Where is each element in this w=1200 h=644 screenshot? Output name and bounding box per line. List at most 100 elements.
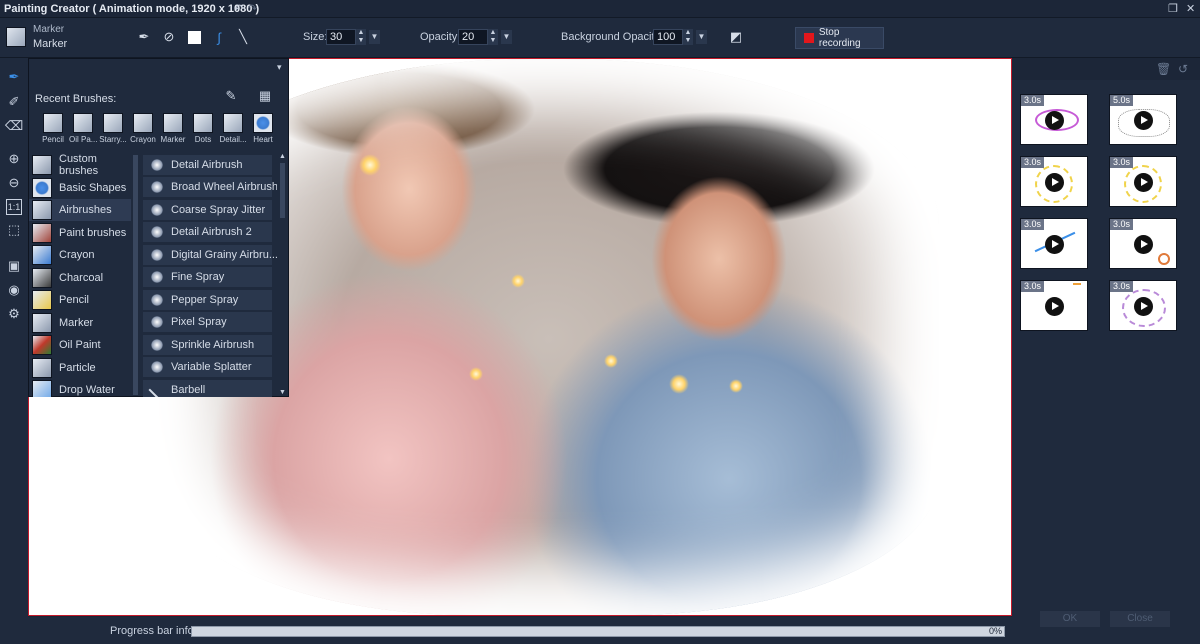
stop-recording-button[interactable]: Stop recording bbox=[795, 27, 884, 49]
line-stroke-icon[interactable]: ╲ bbox=[235, 29, 251, 45]
size-spinner[interactable]: ▲ ▼ bbox=[356, 29, 366, 45]
animation-clip[interactable]: 3.0s bbox=[1020, 218, 1088, 269]
animation-clip[interactable]: 3.0s bbox=[1109, 280, 1177, 331]
trash-icon[interactable]: 🗑 bbox=[1156, 62, 1171, 76]
close-icon[interactable]: ✕ bbox=[1186, 2, 1195, 15]
recent-brush[interactable]: Dots bbox=[189, 113, 217, 144]
play-icon[interactable] bbox=[1045, 235, 1064, 254]
eyedropper-icon[interactable]: ✐ bbox=[6, 94, 22, 110]
brush-thumb bbox=[163, 113, 183, 133]
brush-preset-item[interactable]: Sprinkle Airbrush bbox=[143, 335, 272, 355]
settings-icon[interactable]: ⚙ bbox=[6, 306, 22, 322]
bg-opacity-input[interactable]: 100 bbox=[653, 29, 683, 45]
play-icon[interactable] bbox=[1045, 111, 1064, 130]
zoom-out-icon[interactable]: ⊖ bbox=[6, 175, 22, 191]
brush-preset-item[interactable]: Pepper Spray bbox=[143, 290, 272, 310]
recent-brush[interactable]: Marker bbox=[159, 113, 187, 144]
recent-brush[interactable]: Detail... bbox=[219, 113, 247, 144]
recent-brush-label: Heart bbox=[253, 135, 273, 144]
scroll-up-icon[interactable]: ▲ bbox=[279, 153, 286, 160]
brush-preset-label: Barbell bbox=[171, 384, 206, 396]
brush-thumb bbox=[103, 113, 123, 133]
brush-category-item[interactable]: Pencil bbox=[29, 289, 131, 311]
window-title: Painting Creator ( Animation mode, 1920 … bbox=[4, 3, 260, 15]
restore-window-icon[interactable]: ❐ bbox=[1168, 2, 1178, 15]
brush-preset-item[interactable]: Detail Airbrush bbox=[143, 155, 272, 175]
background-image-icon[interactable]: ▣ bbox=[6, 258, 22, 274]
recent-brush[interactable]: Oil Pa... bbox=[69, 113, 97, 144]
brush-category-item-selected[interactable]: Airbrushes bbox=[29, 199, 131, 221]
actual-size-icon[interactable]: 1:1 bbox=[6, 199, 22, 215]
zoom-in-icon[interactable]: ⊕ bbox=[6, 151, 22, 167]
freehand-stroke-icon[interactable]: ∫ bbox=[211, 29, 227, 45]
brush-fill-icon[interactable]: ✒ bbox=[136, 29, 152, 45]
close-button[interactable]: Close bbox=[1110, 611, 1170, 627]
play-icon[interactable] bbox=[1045, 173, 1064, 192]
edit-brush-icon[interactable]: ✎ bbox=[223, 88, 239, 104]
opacity-input[interactable]: 20 bbox=[458, 29, 488, 45]
brush-category-item[interactable]: Basic Shapes bbox=[29, 177, 131, 199]
brush-category-item[interactable]: Charcoal bbox=[29, 267, 131, 289]
recent-brush[interactable]: Heart bbox=[249, 113, 277, 144]
pin-icon[interactable]: ▾ bbox=[277, 62, 282, 73]
opacity-label: Opacity: bbox=[420, 31, 461, 43]
camera-icon[interactable]: ◉ bbox=[6, 282, 22, 298]
recent-brush[interactable]: Crayon bbox=[129, 113, 157, 144]
no-color-icon[interactable]: ⊘ bbox=[161, 29, 177, 45]
recent-brush[interactable]: Pencil bbox=[39, 113, 67, 144]
ok-button[interactable]: OK bbox=[1040, 611, 1100, 627]
preset-scrollbar[interactable] bbox=[280, 163, 285, 218]
brush-preset-item[interactable]: Variable Splatter bbox=[143, 357, 272, 377]
brush-preset-item[interactable]: Digital Grainy Airbru... bbox=[143, 245, 277, 265]
play-icon[interactable] bbox=[1134, 235, 1153, 254]
barbell-icon bbox=[148, 381, 166, 397]
opacity-dropdown-icon[interactable]: ▼ bbox=[501, 30, 512, 44]
brush-preset-item[interactable]: Pixel Spray bbox=[143, 312, 272, 332]
animation-clip[interactable]: 5.0s bbox=[1109, 94, 1177, 145]
opacity-spinner[interactable]: ▲ ▼ bbox=[488, 29, 498, 45]
clear-recent-icon[interactable]: ▦ bbox=[257, 88, 273, 104]
bg-opacity-dropdown-icon[interactable]: ▼ bbox=[696, 30, 707, 44]
eraser-settings-icon[interactable]: ◩ bbox=[728, 29, 744, 45]
brush-category-item[interactable]: Custom brushes bbox=[29, 153, 131, 177]
play-icon[interactable] bbox=[1134, 297, 1153, 316]
brush-tool-icon[interactable]: ✒ bbox=[6, 69, 22, 85]
bg-opacity-spinner[interactable]: ▲ ▼ bbox=[683, 29, 693, 45]
brush-category-label: Marker bbox=[59, 317, 94, 329]
brush-preset-item[interactable]: Detail Airbrush 2 bbox=[143, 222, 272, 242]
scroll-down-icon[interactable]: ▼ bbox=[279, 389, 286, 396]
brush-preset-item[interactable]: Broad Wheel Airbrush bbox=[143, 177, 277, 197]
play-icon[interactable] bbox=[1134, 111, 1153, 130]
brush-preset-item[interactable]: Barbell bbox=[143, 380, 272, 397]
current-brush-preview[interactable] bbox=[6, 27, 26, 47]
toolbar: Marker Marker ✒ ⊘ ∫ ╲ Size: 30 ▲ ▼ ▼ Opac… bbox=[0, 18, 1200, 58]
brush-category-item[interactable]: Marker bbox=[29, 312, 131, 334]
airbrush-icon bbox=[151, 226, 163, 238]
brush-category-item[interactable]: Drop Water bbox=[29, 379, 131, 397]
fit-to-window-icon[interactable]: ⬚ bbox=[6, 222, 22, 238]
redo-icon[interactable]: ↷ bbox=[248, 2, 257, 15]
play-icon[interactable] bbox=[1134, 173, 1153, 192]
animation-clip[interactable]: 3.0s bbox=[1020, 280, 1088, 331]
category-scrollbar[interactable] bbox=[133, 155, 138, 395]
color-swatch-icon[interactable] bbox=[186, 29, 202, 45]
brush-category-item[interactable]: Particle bbox=[29, 357, 131, 379]
size-input[interactable]: 30 bbox=[326, 29, 356, 45]
brush-category-item[interactable]: Oil Paint bbox=[29, 334, 131, 356]
size-dropdown-icon[interactable]: ▼ bbox=[369, 30, 380, 44]
brush-category-item[interactable]: Crayon bbox=[29, 244, 131, 266]
brush-preset-item[interactable]: Fine Spray bbox=[143, 267, 272, 287]
animation-clip[interactable]: 3.0s bbox=[1109, 218, 1177, 269]
animation-clip[interactable]: 3.0s bbox=[1020, 94, 1088, 145]
brush-category-item[interactable]: Paint brushes bbox=[29, 222, 131, 244]
history-icon[interactable]: ↺ bbox=[1178, 62, 1188, 76]
eraser-icon[interactable]: ⌫ bbox=[5, 118, 23, 134]
animation-clip[interactable]: 3.0s bbox=[1109, 156, 1177, 207]
undo-icon[interactable]: ↶ bbox=[234, 2, 243, 15]
play-icon[interactable] bbox=[1045, 297, 1064, 316]
recent-brush[interactable]: Starry... bbox=[99, 113, 127, 144]
brush-category-label: Drop Water bbox=[59, 384, 115, 396]
animation-clip[interactable]: 3.0s bbox=[1020, 156, 1088, 207]
brush-category-label: Basic Shapes bbox=[59, 182, 127, 194]
brush-preset-item[interactable]: Coarse Spray Jitter bbox=[143, 200, 272, 220]
